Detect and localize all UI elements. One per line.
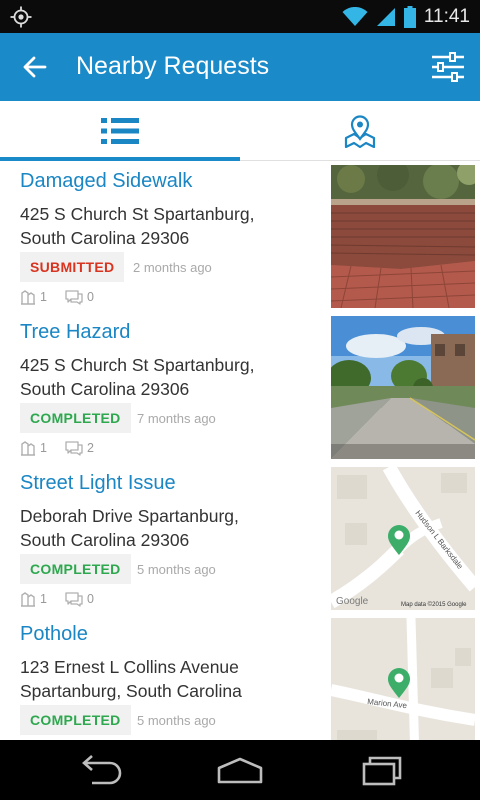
page-title: Nearby Requests [76,52,270,80]
request-title[interactable]: Street Light Issue [20,472,176,495]
map-thumbnail[interactable]: Hudson L Barksdale Google Map data ©2015… [331,467,475,610]
request-list: Damaged Sidewalk 425 S Church St Spartan… [0,162,480,740]
map-thumbnail[interactable]: Marion Ave [331,618,475,740]
list-item[interactable]: Damaged Sidewalk 425 S Church St Spartan… [0,162,480,313]
sliders-icon[interactable] [430,49,466,85]
request-title[interactable]: Damaged Sidewalk [20,170,192,193]
app-bar: Nearby Requests [0,33,480,101]
wifi-icon [342,6,368,26]
list-item[interactable]: Tree Hazard 425 S Church St Spartanburg,… [0,313,480,464]
request-meta: 1 0 [20,590,112,608]
system-nav-bar [0,740,480,800]
votes-icon [21,440,35,456]
request-title[interactable]: Pothole [20,623,88,646]
battery-icon [403,5,416,28]
time-ago: 2 months ago [133,260,212,275]
request-address: Deborah Drive Spartanburg, South Carolin… [20,506,239,550]
comments-icon [65,591,83,607]
request-address: 425 S Church St Spartanburg, South Carol… [20,204,255,248]
google-logo: Google [336,596,369,607]
time-ago: 5 months ago [137,713,216,728]
time-ago: 7 months ago [137,411,216,426]
votes-icon [21,591,35,607]
comments-icon [65,440,83,456]
status-badge: COMPLETED [20,554,131,584]
status-badge: SUBMITTED [20,252,125,282]
gps-icon [10,6,32,28]
status-badge: COMPLETED [20,705,131,735]
photo-thumbnail[interactable] [331,316,475,459]
request-meta: 1 0 [20,288,112,306]
photo-thumbnail[interactable] [331,165,475,308]
map-copyright: Map data ©2015 Google [401,601,467,608]
home-nav-icon[interactable] [216,754,264,786]
back-nav-icon[interactable] [76,754,124,786]
status-bar: 11:41 [0,0,480,33]
tab-map[interactable] [240,101,480,161]
view-tabs [0,101,480,161]
clock: 11:41 [423,5,470,27]
request-address: 123 Ernest L Collins Avenue Spartanburg,… [20,657,242,701]
votes-icon [21,289,35,305]
recents-nav-icon[interactable] [358,754,406,786]
status-badge: COMPLETED [20,403,131,433]
list-item[interactable]: Street Light Issue Deborah Drive Spartan… [0,464,480,615]
map-pin-icon [344,115,376,148]
signal-icon [376,7,395,26]
selected-tab-indicator [0,157,240,161]
arrow-left-icon [23,56,47,78]
time-ago: 5 months ago [137,562,216,577]
list-icon [101,118,139,144]
request-title[interactable]: Tree Hazard [20,321,130,344]
request-address: 425 S Church St Spartanburg, South Carol… [20,355,255,399]
tab-list[interactable] [0,101,240,161]
request-meta: 1 2 [20,439,112,457]
list-item[interactable]: Pothole 123 Ernest L Collins Avenue Spar… [0,615,480,740]
comments-icon [65,289,83,305]
back-button[interactable] [18,51,52,83]
